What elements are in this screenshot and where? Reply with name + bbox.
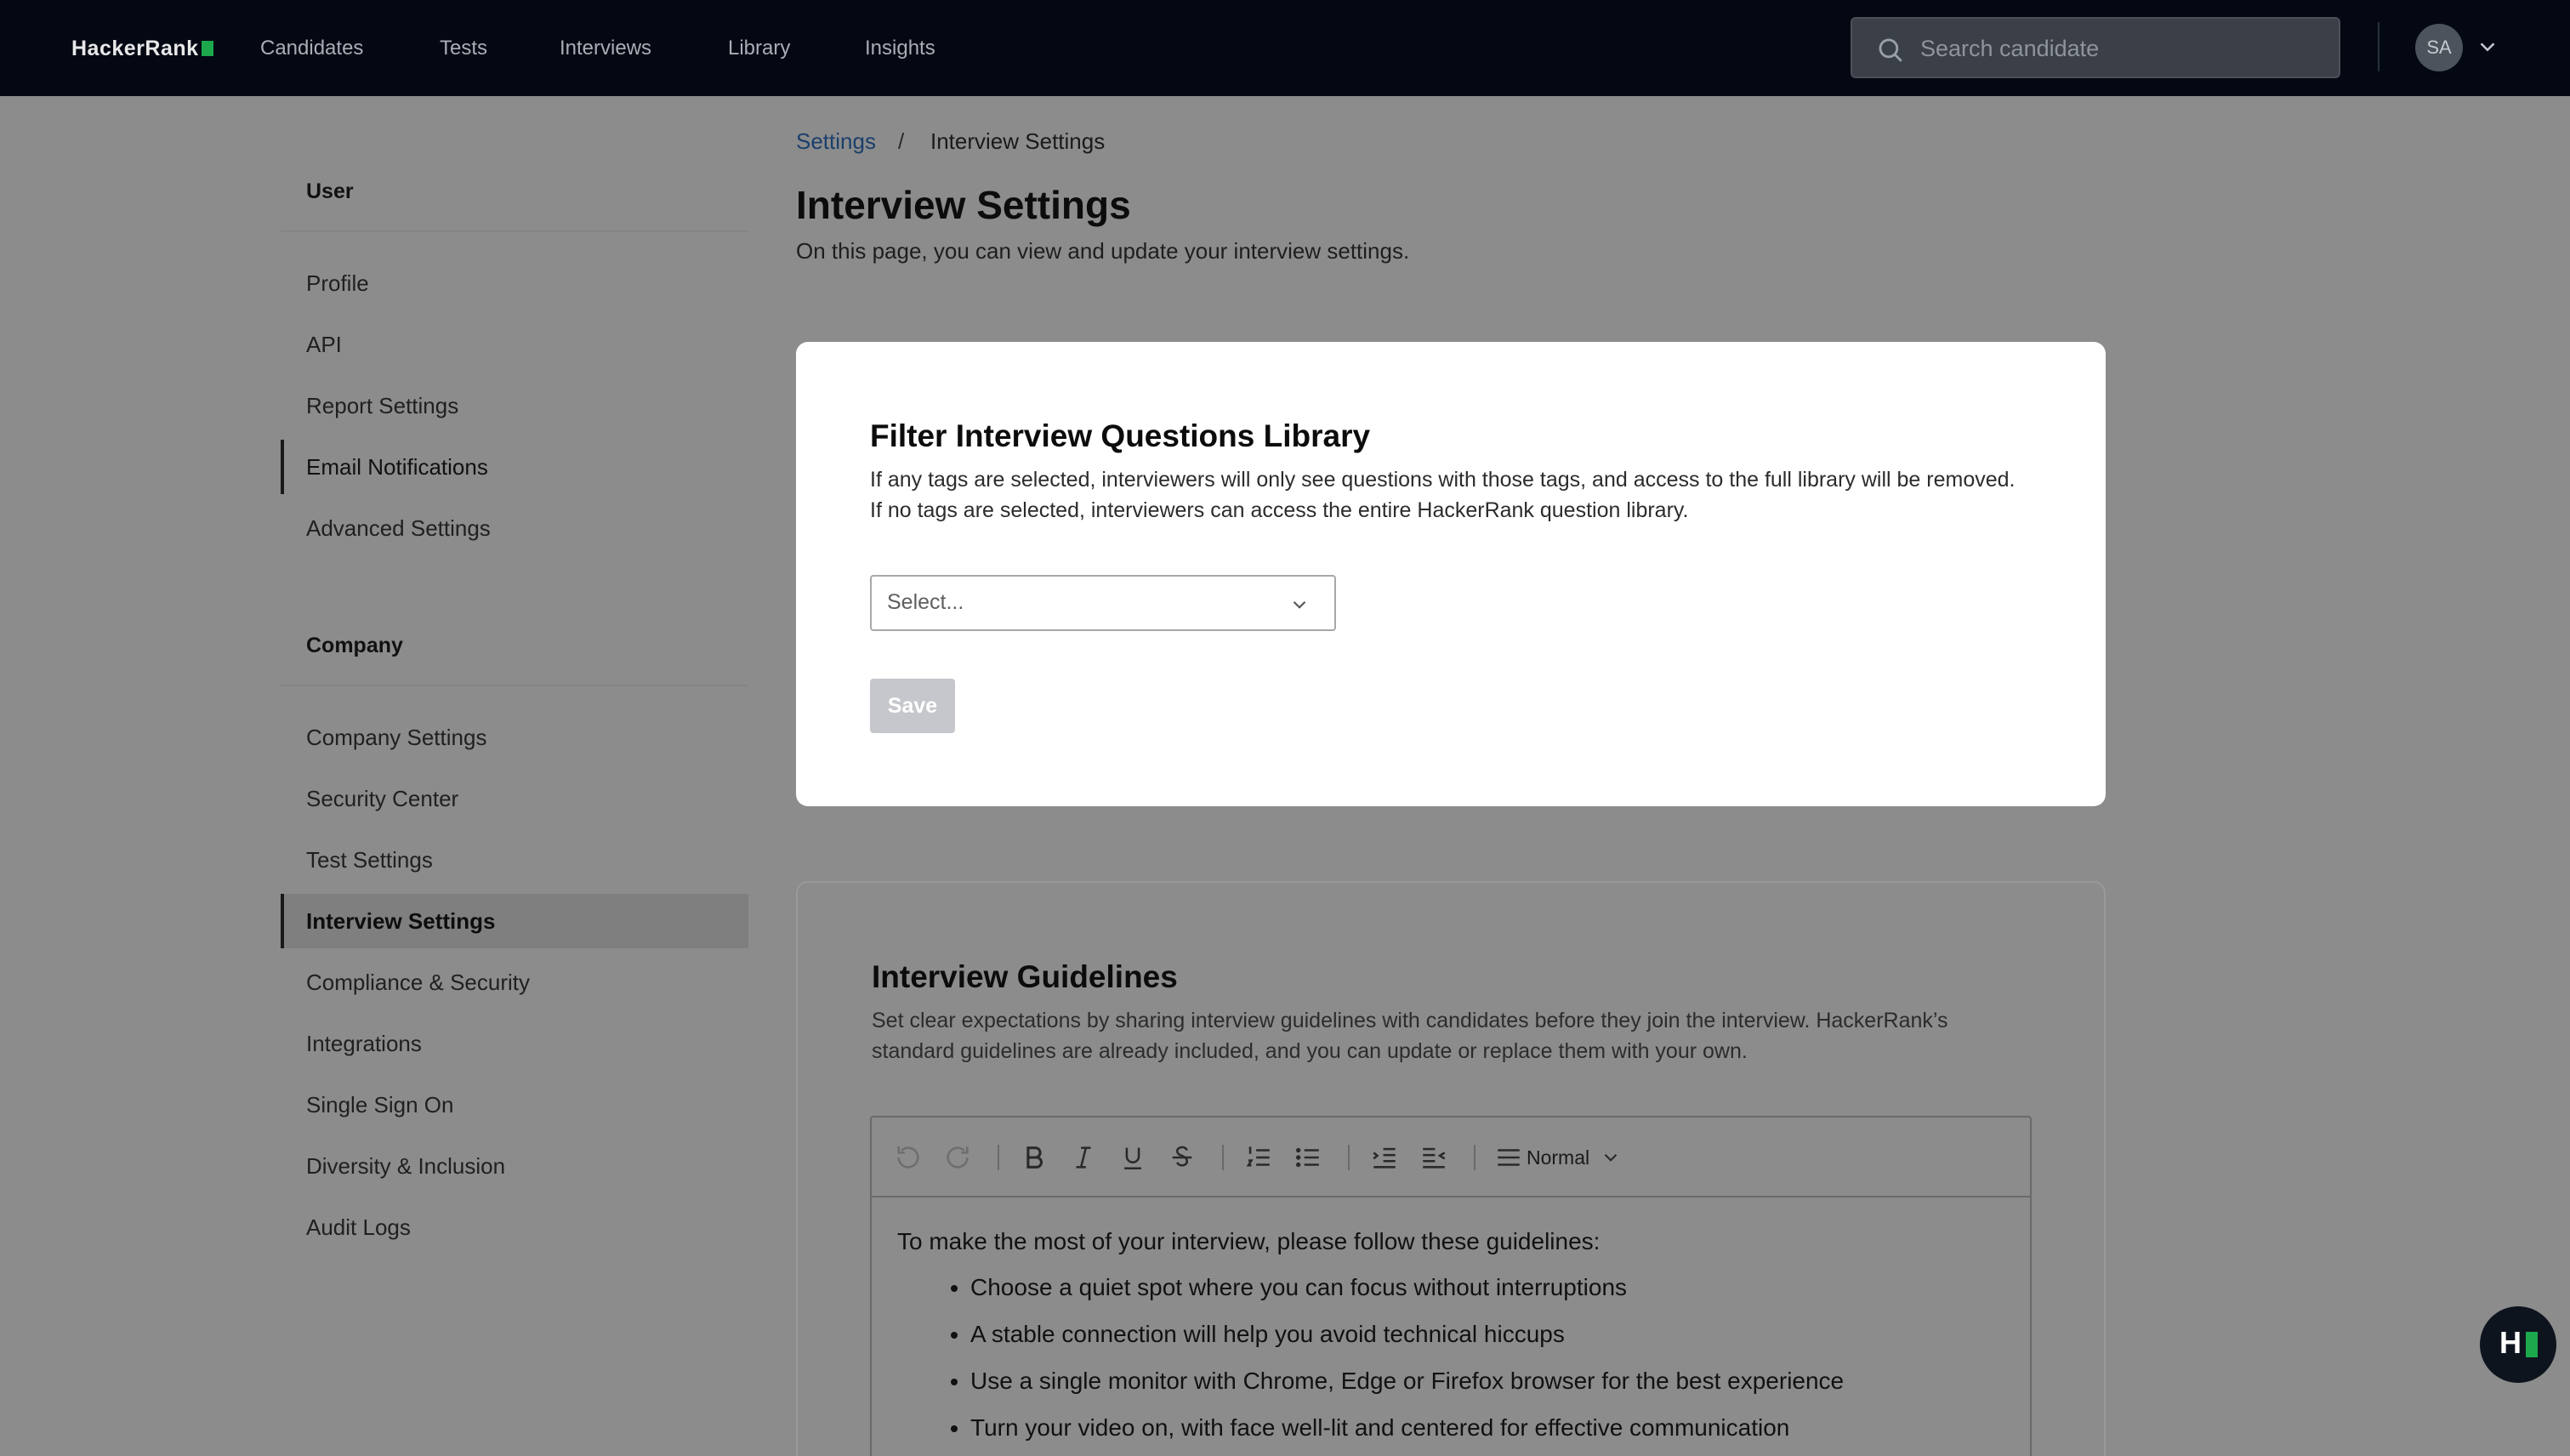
- interview-guidelines-card: Interview Guidelines Set clear expectati…: [796, 881, 2106, 1456]
- sidebar-item-integrations[interactable]: Integrations: [281, 1016, 748, 1071]
- help-logo-square: [2526, 1332, 2538, 1357]
- tags-select[interactable]: Select...: [870, 575, 1336, 631]
- sidebar-item-test-settings[interactable]: Test Settings: [281, 833, 748, 887]
- sidebar-divider: [281, 685, 748, 686]
- sidebar-item-profile[interactable]: Profile: [281, 256, 748, 310]
- header-divider: [2378, 22, 2380, 71]
- guidelines-card-title: Interview Guidelines: [872, 959, 1178, 994]
- search-box[interactable]: [1851, 17, 2340, 78]
- breadcrumb-current: Interview Settings: [930, 128, 1106, 154]
- page-subtitle: On this page, you can view and update yo…: [796, 238, 1410, 264]
- guidelines-card-description: Set clear expectations by sharing interv…: [872, 1009, 1948, 1063]
- outdent-icon[interactable]: [1419, 1143, 1448, 1172]
- page-title: Interview Settings: [796, 183, 1131, 227]
- list-item: Turn your video on, with face well-lit a…: [970, 1411, 2003, 1456]
- nav-library[interactable]: Library: [728, 34, 790, 63]
- sidebar-item-report-settings[interactable]: Report Settings: [281, 378, 748, 433]
- block-style-dropdown[interactable]: Normal: [1527, 1143, 1589, 1172]
- strikethrough-icon[interactable]: [1168, 1143, 1197, 1172]
- toolbar-separator: [998, 1145, 999, 1170]
- editor-intro-text: To make the most of your interview, plea…: [897, 1228, 1601, 1254]
- avatar[interactable]: SA: [2415, 24, 2463, 71]
- chevron-down-icon[interactable]: [1600, 1146, 1622, 1169]
- paragraph-style-icon[interactable]: [1494, 1143, 1523, 1172]
- guidelines-list: Choose a quiet spot where you can focus …: [897, 1271, 2003, 1456]
- tags-select-placeholder: Select...: [887, 590, 964, 614]
- top-navigation-bar: HackerRank Candidates Tests Interviews L…: [0, 0, 2570, 96]
- sidebar-item-audit-logs[interactable]: Audit Logs: [281, 1200, 748, 1254]
- nav-interviews[interactable]: Interviews: [560, 34, 651, 63]
- sidebar-heading-user: User: [306, 179, 354, 203]
- list-item: A stable connection will help you avoid …: [970, 1317, 2003, 1364]
- nav-insights[interactable]: Insights: [865, 34, 935, 63]
- sidebar-item-diversity-inclusion[interactable]: Diversity & Inclusion: [281, 1139, 748, 1193]
- numbered-list-icon[interactable]: [1244, 1143, 1273, 1172]
- toolbar-separator: [1222, 1145, 1224, 1170]
- sidebar-item-company-settings[interactable]: Company Settings: [281, 710, 748, 765]
- breadcrumb-settings-link[interactable]: Settings: [796, 124, 876, 158]
- indent-icon[interactable]: [1370, 1143, 1399, 1172]
- sidebar-item-email-notifications[interactable]: Email Notifications: [281, 440, 748, 494]
- breadcrumb-separator: /: [898, 128, 905, 154]
- guidelines-rich-text-editor[interactable]: Normal To make the most of your intervie…: [870, 1116, 2032, 1456]
- filter-card-title: Filter Interview Questions Library: [870, 418, 1371, 453]
- search-icon: [1879, 38, 1902, 62]
- list-item: Use a single monitor with Chrome, Edge o…: [970, 1364, 2003, 1411]
- bulleted-list-icon[interactable]: [1294, 1143, 1322, 1172]
- settings-sidebar: User Profile API Report Settings Email N…: [281, 96, 748, 1456]
- filter-card-description: If any tags are selected, interviewers w…: [870, 468, 2016, 522]
- underline-icon[interactable]: [1118, 1143, 1147, 1172]
- undo-icon[interactable]: [894, 1143, 923, 1172]
- list-item: Choose a quiet spot where you can focus …: [970, 1271, 2003, 1317]
- toolbar-separator: [1348, 1145, 1350, 1170]
- sidebar-item-advanced-settings[interactable]: Advanced Settings: [281, 501, 748, 555]
- filter-library-card: Filter Interview Questions Library If an…: [796, 342, 2106, 806]
- chevron-down-icon: [1293, 600, 1306, 609]
- logo-text: HackerRank: [71, 36, 199, 60]
- nav-candidates[interactable]: Candidates: [260, 34, 363, 63]
- editor-toolbar: Normal: [872, 1118, 2030, 1197]
- bold-icon[interactable]: [1020, 1143, 1049, 1172]
- help-chat-button[interactable]: H: [2480, 1306, 2556, 1383]
- editor-content[interactable]: To make the most of your interview, plea…: [897, 1225, 2003, 1456]
- sidebar-heading-company: Company: [306, 634, 403, 657]
- logo-green-square: [201, 41, 213, 56]
- toolbar-separator: [1474, 1145, 1475, 1170]
- nav-tests[interactable]: Tests: [440, 34, 487, 63]
- sidebar-item-interview-settings[interactable]: Interview Settings: [281, 894, 748, 948]
- italic-icon[interactable]: [1069, 1143, 1098, 1172]
- help-logo-letter: H: [2499, 1325, 2522, 1360]
- sidebar-item-api[interactable]: API: [281, 317, 748, 372]
- sidebar-item-single-sign-on[interactable]: Single Sign On: [281, 1078, 748, 1132]
- hackerrank-logo[interactable]: HackerRank: [71, 34, 213, 63]
- save-button[interactable]: Save: [870, 679, 955, 733]
- search-input[interactable]: [1920, 32, 2320, 65]
- chevron-down-icon[interactable]: [2475, 34, 2500, 60]
- sidebar-item-compliance-security[interactable]: Compliance & Security: [281, 955, 748, 1010]
- sidebar-item-security-center[interactable]: Security Center: [281, 771, 748, 826]
- sidebar-divider: [281, 230, 748, 232]
- redo-icon[interactable]: [943, 1143, 972, 1172]
